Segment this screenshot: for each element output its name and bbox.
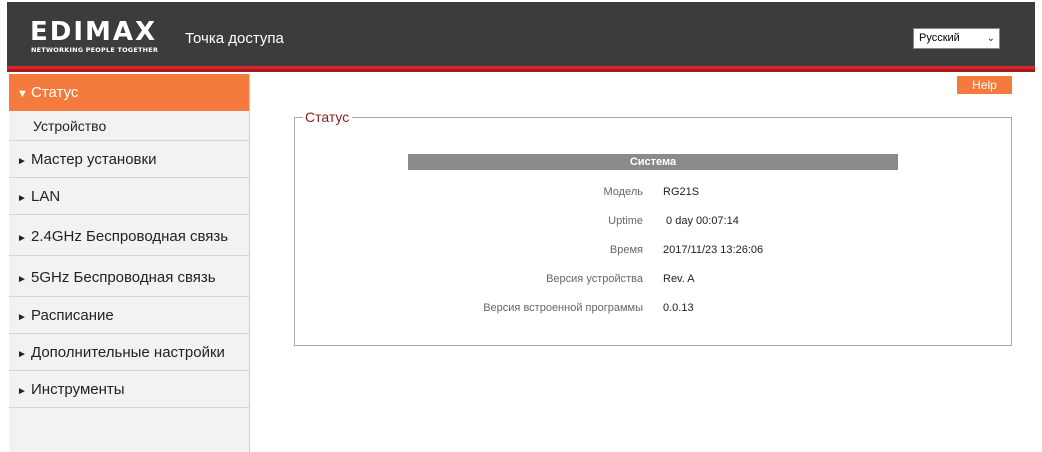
edimax-logo: EDIMAX NETWORKING PEOPLE TOGETHER xyxy=(30,18,162,56)
sidebar-item-label: Дополнительные настройки xyxy=(31,344,225,361)
time-label: Время xyxy=(609,244,643,256)
hardware-version-label: Версия устройства xyxy=(546,273,643,285)
header-accent-line-dark xyxy=(7,69,1035,72)
triangle-right-icon: ► xyxy=(17,312,27,323)
system-table-header: Система xyxy=(408,154,898,170)
firmware-version-label: Версия встроенной программы xyxy=(483,302,643,314)
page-title: Точка доступа xyxy=(185,30,284,47)
sidebar-item-label: 2.4GHz Беспроводная связь xyxy=(31,228,229,245)
logo-tagline: NETWORKING PEOPLE TOGETHER xyxy=(31,46,159,54)
sidebar-item-setup-wizard[interactable]: ► Мастер установки xyxy=(9,141,249,178)
hardware-version-value: Rev. A xyxy=(663,273,695,285)
sidebar-item-label: LAN xyxy=(31,188,61,205)
triangle-right-icon: ► xyxy=(17,386,27,397)
header: EDIMAX NETWORKING PEOPLE TOGETHER Точка … xyxy=(0,0,1042,74)
sidebar-item-lan[interactable]: ► LAN xyxy=(9,178,249,215)
triangle-right-icon: ► xyxy=(17,193,27,204)
sidebar-item-label: Устройство xyxy=(33,118,107,134)
sidebar-item-advanced[interactable]: ► Дополнительные настройки xyxy=(9,334,249,371)
uptime-value: 0 day 00:07:14 xyxy=(663,215,739,227)
sidebar-item-status[interactable]: ▼ Статус xyxy=(9,74,249,111)
sidebar-item-wireless-24ghz[interactable]: ► 2.4GHz Беспроводная связь xyxy=(9,215,249,256)
language-select-value: Русский xyxy=(919,32,960,44)
help-button[interactable]: Help xyxy=(957,76,1012,94)
model-value: RG21S xyxy=(663,186,700,198)
time-value: 2017/11/23 13:26:06 xyxy=(663,244,764,256)
section-title: Статус xyxy=(303,109,353,125)
sidebar-item-schedule[interactable]: ► Расписание xyxy=(9,297,249,334)
logo-text: EDIMAX xyxy=(30,17,158,47)
uptime-label: Uptime xyxy=(608,215,643,227)
sidebar: ▼ Статус Устройство ► Мастер установки ► LA… xyxy=(9,74,250,452)
sidebar-item-label: Мастер установки xyxy=(31,151,157,168)
sidebar-item-wireless-5ghz[interactable]: ► 5GHz Беспроводная связь xyxy=(9,256,249,297)
model-label: Модель xyxy=(603,186,643,198)
triangle-right-icon: ► xyxy=(17,274,27,285)
triangle-down-icon: ▼ xyxy=(17,88,28,100)
sidebar-item-tools[interactable]: ► Инструменты xyxy=(9,371,249,408)
sidebar-item-label: Инструменты xyxy=(31,381,125,398)
triangle-right-icon: ► xyxy=(17,156,27,167)
sidebar-item-label: 5GHz Беспроводная связь xyxy=(31,269,216,286)
status-panel xyxy=(294,117,1012,346)
triangle-right-icon: ► xyxy=(17,349,27,360)
chevron-down-icon: ⌄ xyxy=(986,33,995,44)
sidebar-item-label: Расписание xyxy=(31,307,114,324)
language-select[interactable]: Русский ⌄ xyxy=(913,28,1000,49)
sidebar-subitem-device[interactable]: Устройство xyxy=(9,111,249,141)
sidebar-item-label: Статус xyxy=(31,84,79,101)
triangle-right-icon: ► xyxy=(17,233,27,244)
firmware-version-value: 0.0.13 xyxy=(663,302,694,314)
